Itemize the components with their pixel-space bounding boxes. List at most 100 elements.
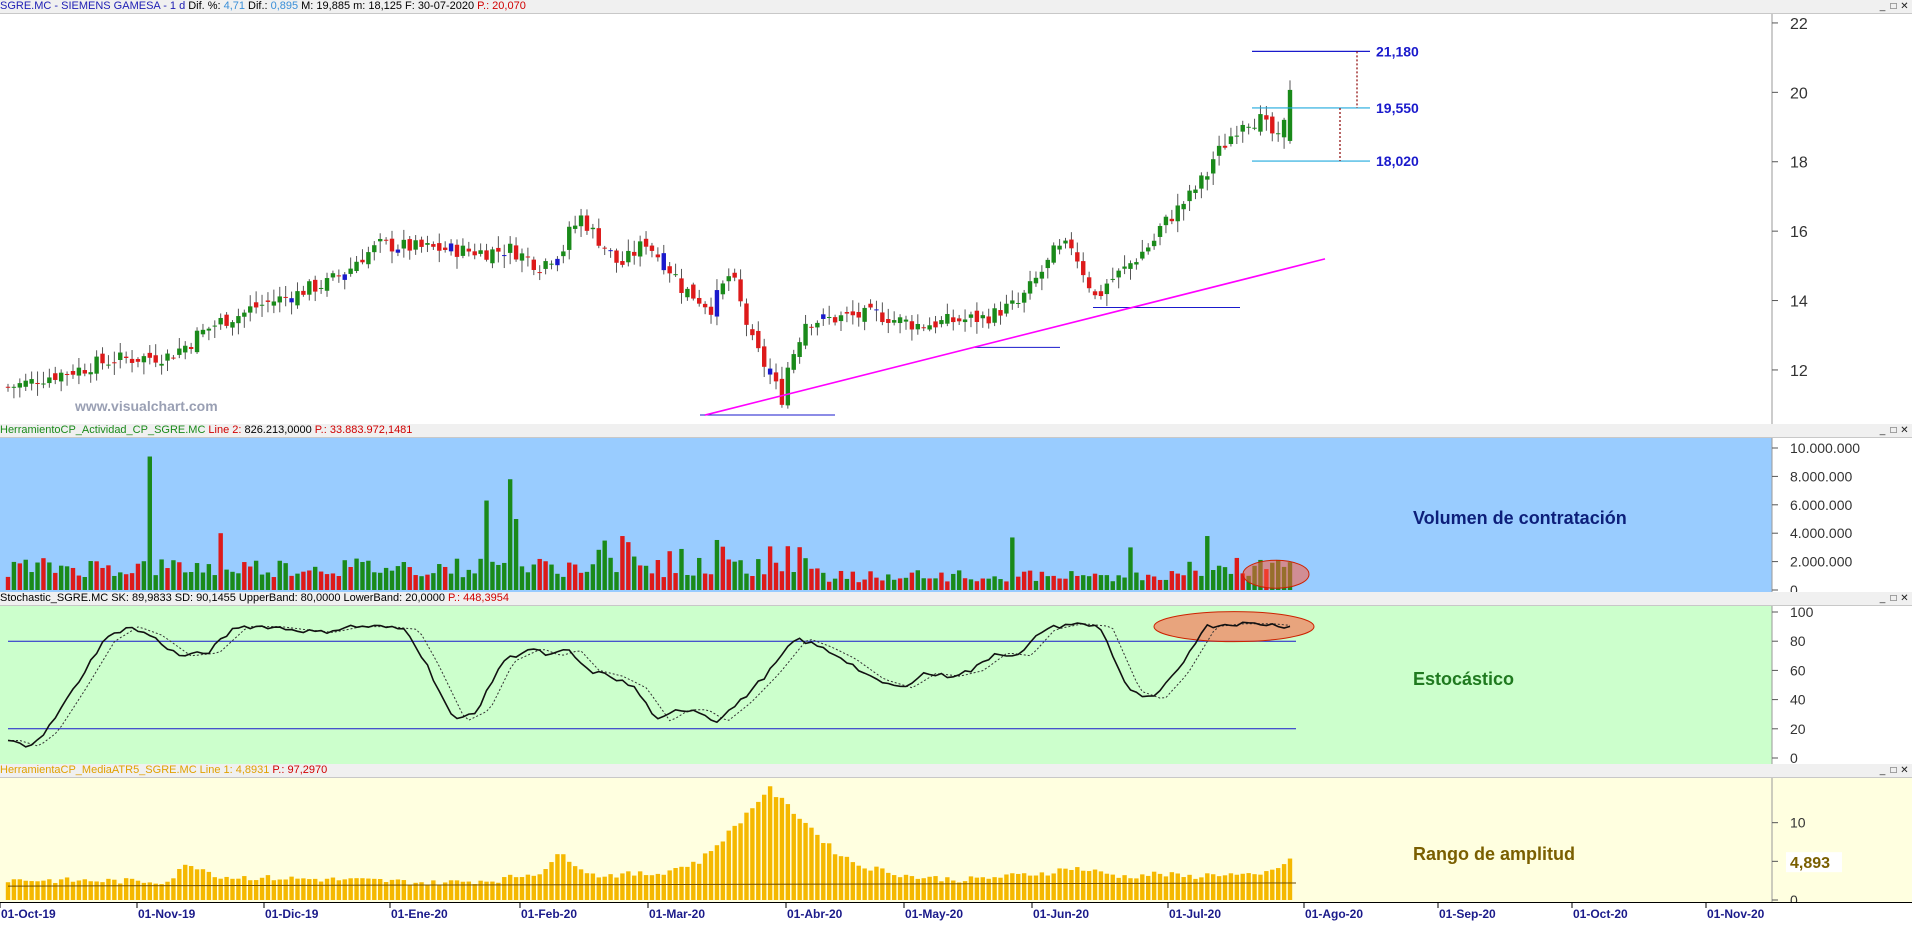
- candle: [1039, 265, 1045, 291]
- atr-bar: [1240, 873, 1245, 900]
- atr-bar: [1051, 873, 1056, 900]
- candle: [289, 291, 294, 315]
- restore-icon[interactable]: □: [1888, 592, 1899, 605]
- candle-body: [1275, 133, 1281, 135]
- candle: [673, 263, 678, 277]
- candle: [832, 314, 838, 326]
- y-tick-label: 0: [1790, 582, 1798, 592]
- volume-bar: [756, 559, 761, 590]
- candle-body: [602, 247, 607, 249]
- atr-bar: [968, 876, 974, 900]
- candle-body: [1039, 271, 1045, 279]
- candle: [643, 231, 649, 255]
- volume-window-buttons[interactable]: _ □ ✕: [1877, 424, 1910, 437]
- atr-bar: [460, 881, 466, 900]
- minimize-icon[interactable]: _: [1877, 424, 1888, 437]
- volume-bar: [903, 577, 909, 590]
- volume-bar: [372, 572, 377, 590]
- candle-body: [460, 245, 466, 256]
- atr-bar: [389, 879, 395, 900]
- y-tick-label: 6.000.000: [1790, 497, 1852, 513]
- candle-body: [744, 303, 749, 325]
- atr-bar: [354, 878, 359, 900]
- candle-body: [821, 314, 826, 319]
- candle-body: [277, 296, 282, 303]
- volume-bar: [165, 568, 170, 590]
- atr-bar: [1199, 877, 1204, 900]
- volume-bar: [478, 558, 483, 590]
- candle: [1027, 270, 1033, 300]
- candle-body: [868, 303, 873, 308]
- volume-bar: [431, 573, 436, 590]
- atr-bar: [809, 827, 814, 900]
- candle-body: [980, 315, 985, 319]
- atr-window-buttons[interactable]: _ □ ✕: [1877, 764, 1910, 777]
- candle: [118, 343, 123, 369]
- minimize-icon[interactable]: _: [1877, 0, 1888, 13]
- candle: [998, 301, 1003, 325]
- price-window-buttons[interactable]: _ □ ✕: [1877, 0, 1910, 13]
- candle: [348, 257, 353, 277]
- candle: [413, 235, 418, 255]
- volume-bar: [951, 573, 956, 590]
- atr-bar: [295, 878, 300, 900]
- volume-bar: [850, 571, 856, 590]
- atr-bar: [336, 880, 342, 900]
- candle: [507, 236, 513, 265]
- candle: [626, 239, 631, 267]
- close-icon[interactable]: ✕: [1899, 764, 1910, 777]
- candle-body: [1021, 292, 1027, 303]
- volume-bar: [803, 558, 808, 590]
- restore-icon[interactable]: □: [1888, 0, 1899, 13]
- volume-bar: [956, 570, 962, 590]
- volume-bar: [685, 574, 690, 590]
- volume-bar: [1039, 571, 1045, 590]
- atr-bar: [395, 879, 401, 900]
- candle-body: [880, 312, 885, 323]
- candle: [283, 285, 288, 307]
- atr-bar: [17, 879, 23, 900]
- volume-bar: [354, 558, 359, 590]
- atr-bar: [466, 881, 472, 900]
- candle: [64, 371, 70, 386]
- candle: [431, 241, 436, 250]
- candle: [1092, 289, 1098, 300]
- candle-body: [584, 215, 590, 231]
- candle-body: [531, 259, 536, 270]
- atr-bar: [177, 869, 182, 900]
- candle-body: [874, 309, 879, 311]
- restore-icon[interactable]: □: [1888, 764, 1899, 777]
- atr-bar: [283, 879, 288, 900]
- candle-body: [212, 325, 217, 327]
- candle: [1169, 209, 1175, 225]
- close-icon[interactable]: ✕: [1899, 0, 1910, 13]
- candle-body: [295, 291, 300, 306]
- stochastic-header: Stochastic_SGRE.MC SK: 89,9833 SD: 90,1455…: [0, 592, 1912, 606]
- candle-body: [951, 317, 956, 323]
- volume-header-item: HerramientoCP_Actividad_CP_SGRE.MC: [0, 424, 206, 436]
- x-tick-label: 01-May-20: [905, 907, 963, 921]
- close-icon[interactable]: ✕: [1899, 424, 1910, 437]
- minimize-icon[interactable]: _: [1877, 592, 1888, 605]
- candle: [1116, 268, 1121, 289]
- atr-bar: [1086, 871, 1092, 900]
- atr-bar: [248, 880, 253, 900]
- price-header-item: Dif.:: [248, 0, 268, 12]
- volume-bar: [1234, 557, 1240, 590]
- restore-icon[interactable]: □: [1888, 424, 1899, 437]
- atr-bar: [767, 786, 773, 900]
- y-tick-label: 20: [1790, 85, 1808, 102]
- candle-body: [194, 330, 200, 353]
- candle-body: [442, 247, 448, 250]
- candle-body: [372, 245, 377, 253]
- atr-bar: [980, 877, 985, 900]
- candle-body: [236, 316, 241, 324]
- close-icon[interactable]: ✕: [1899, 592, 1910, 605]
- candle: [183, 341, 188, 360]
- stochastic-window-buttons[interactable]: _ □ ✕: [1877, 592, 1910, 605]
- minimize-icon[interactable]: _: [1877, 764, 1888, 777]
- volume-bar: [886, 574, 891, 590]
- volume-bar: [147, 456, 152, 590]
- y-tick-label: 10: [1790, 815, 1806, 831]
- candle-body: [673, 274, 678, 276]
